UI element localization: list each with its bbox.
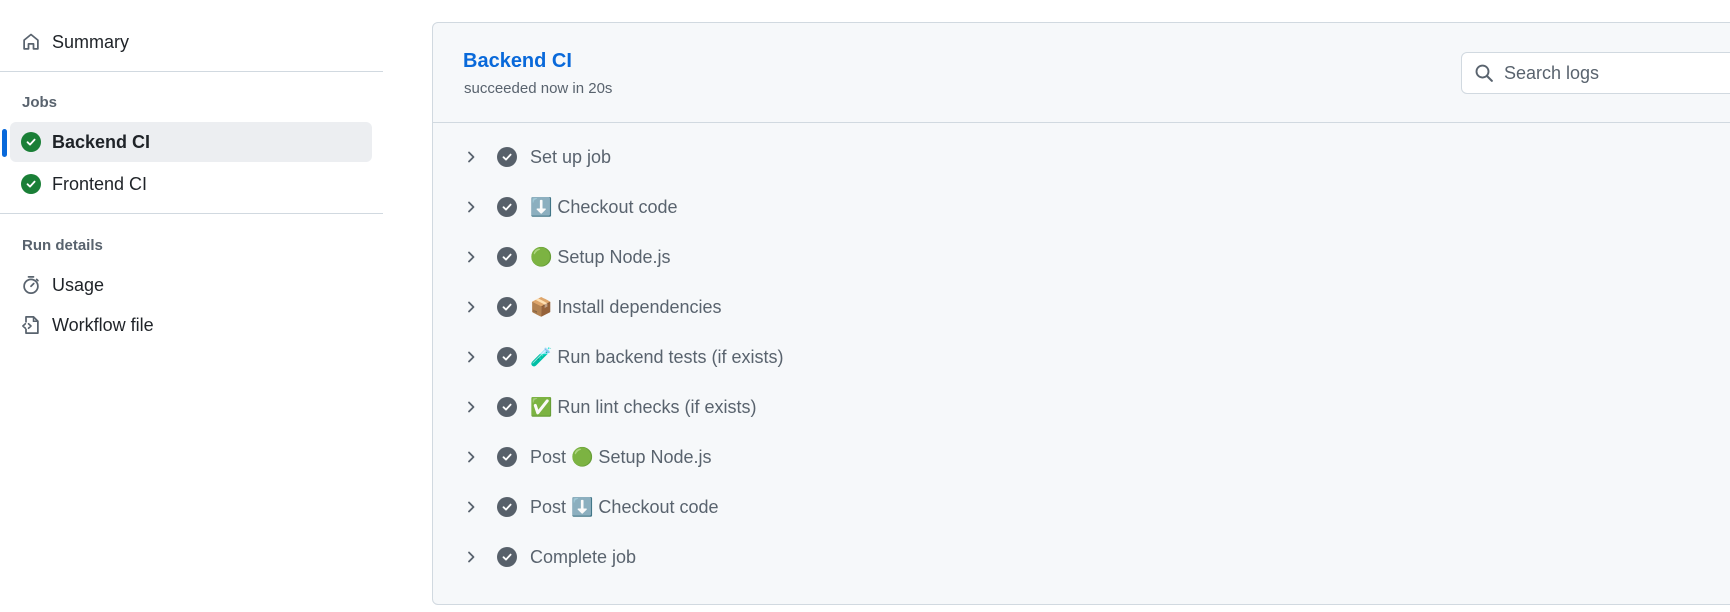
home-icon	[21, 32, 41, 52]
job-header: Backend CI succeeded now in 20s	[433, 23, 1730, 123]
step-label: Complete job	[530, 546, 637, 567]
step-row[interactable]: 🟢 Setup Node.js	[463, 237, 1663, 277]
check-circle-icon	[497, 547, 517, 567]
job-status-text: succeeded now in 20s	[464, 80, 613, 97]
check-circle-icon	[497, 147, 517, 167]
search-icon	[1474, 63, 1494, 83]
step-label: 📦 Install dependencies	[530, 296, 722, 317]
chevron-right-icon[interactable]	[463, 349, 479, 365]
step-row[interactable]: 🧪 Run backend tests (if exists)	[463, 337, 1663, 377]
chevron-right-icon[interactable]	[463, 199, 479, 215]
sidebar-divider	[0, 71, 383, 72]
step-row[interactable]: Post 🟢 Setup Node.js	[463, 437, 1663, 477]
chevron-right-icon[interactable]	[463, 399, 479, 415]
usage-label: Usage	[52, 274, 105, 295]
active-indicator	[2, 129, 7, 157]
job-label: Frontend CI	[52, 173, 148, 194]
sidebar-item-backend-ci[interactable]: Backend CI	[10, 122, 372, 162]
step-label: 🟢 Setup Node.js	[530, 246, 671, 267]
search-input[interactable]	[1504, 62, 1730, 84]
step-label: 🧪 Run backend tests (if exists)	[530, 346, 784, 367]
step-row[interactable]: Set up job	[463, 137, 1663, 177]
job-label: Backend CI	[52, 131, 151, 152]
chevron-right-icon[interactable]	[463, 499, 479, 515]
job-title[interactable]: Backend CI	[463, 50, 572, 73]
sidebar-divider	[0, 213, 383, 214]
step-label: ⬇️ Checkout code	[530, 196, 678, 217]
run-details-heading: Run details	[22, 237, 103, 254]
chevron-right-icon[interactable]	[463, 149, 479, 165]
check-circle-icon	[497, 397, 517, 417]
step-label: ✅ Run lint checks (if exists)	[530, 396, 757, 417]
search-logs[interactable]	[1461, 52, 1730, 94]
job-log-panel: Backend CI succeeded now in 20s Set up j…	[432, 22, 1730, 605]
step-row[interactable]: Post ⬇️ Checkout code	[463, 487, 1663, 527]
chevron-right-icon[interactable]	[463, 549, 479, 565]
step-label: Post 🟢 Setup Node.js	[530, 446, 712, 467]
step-row[interactable]: Complete job	[463, 537, 1663, 577]
workflow-file-label: Workflow file	[52, 314, 154, 335]
check-circle-icon	[497, 297, 517, 317]
sidebar-item-usage[interactable]: Usage	[10, 265, 372, 305]
check-circle-icon	[21, 174, 41, 194]
step-label: Set up job	[530, 146, 612, 167]
step-row[interactable]: ⬇️ Checkout code	[463, 187, 1663, 227]
stopwatch-icon	[21, 275, 41, 295]
check-circle-icon	[497, 347, 517, 367]
check-circle-icon	[21, 132, 41, 152]
check-circle-icon	[497, 447, 517, 467]
file-code-icon	[21, 315, 41, 335]
chevron-right-icon[interactable]	[463, 299, 479, 315]
jobs-heading: Jobs	[22, 94, 58, 111]
check-circle-icon	[497, 497, 517, 517]
summary-link[interactable]: Summary	[10, 22, 372, 62]
step-row[interactable]: ✅ Run lint checks (if exists)	[463, 387, 1663, 427]
chevron-right-icon[interactable]	[463, 449, 479, 465]
chevron-right-icon[interactable]	[463, 249, 479, 265]
check-circle-icon	[497, 247, 517, 267]
sidebar-item-workflow-file[interactable]: Workflow file	[10, 305, 372, 345]
sidebar-item-frontend-ci[interactable]: Frontend CI	[10, 164, 372, 204]
sidebar: Summary Jobs Backend CI Frontend CI Run …	[0, 0, 385, 612]
check-circle-icon	[497, 197, 517, 217]
summary-label: Summary	[52, 31, 130, 52]
step-row[interactable]: 📦 Install dependencies	[463, 287, 1663, 327]
step-label: Post ⬇️ Checkout code	[530, 496, 719, 517]
